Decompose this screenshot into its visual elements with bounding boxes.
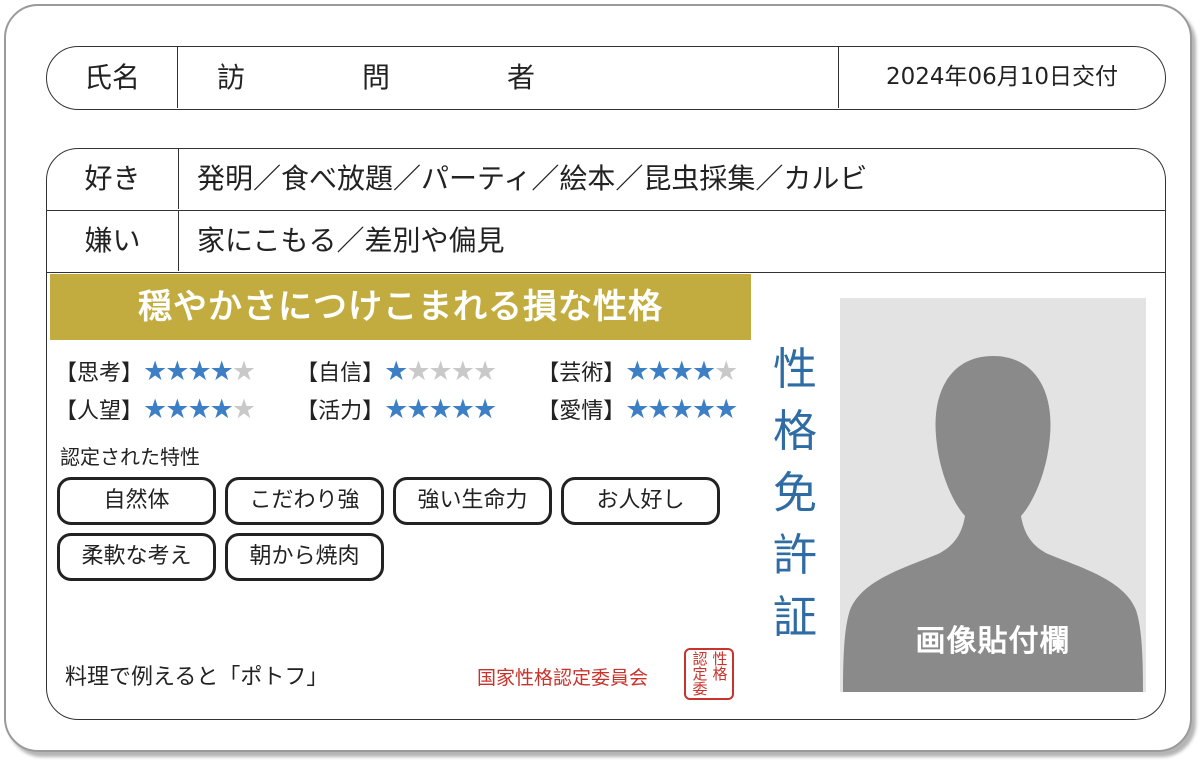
star-rating: ★★★★★: [625, 392, 738, 428]
star-empty-icon: ★: [428, 356, 453, 387]
personality-banner: 穏やかさにつけこまれる損な性格: [50, 274, 751, 340]
stat-item: 【愛情】★★★★★: [537, 392, 738, 430]
main-panel: 好き 発明／食べ放題／パーティ／絵本／昆虫採集／カルビ 嫌い 家にこもる／差別や…: [46, 148, 1166, 720]
star-rating: ★★★★★: [143, 392, 256, 428]
traits-title: 認定された特性: [60, 445, 200, 469]
seal-stamp: 性格 認定委: [684, 648, 734, 700]
star-empty-icon: ★: [450, 356, 475, 387]
star-filled-icon: ★: [406, 394, 430, 425]
star-filled-icon: ★: [647, 394, 671, 425]
star-filled-icon: ★: [691, 394, 716, 425]
star-filled-icon: ★: [625, 356, 649, 387]
star-empty-icon: ★: [231, 356, 256, 387]
stat-name: 【自信】: [296, 361, 385, 386]
stat-item: 【活力】★★★★★: [296, 392, 532, 430]
star-filled-icon: ★: [209, 394, 234, 425]
title-char: 許: [773, 530, 817, 581]
stat-item: 【人望】★★★★★: [55, 392, 291, 430]
star-filled-icon: ★: [165, 394, 189, 425]
star-filled-icon: ★: [647, 356, 671, 387]
star-filled-icon: ★: [143, 394, 167, 425]
stats-grid: 【思考】★★★★★ 【自信】★★★★★ 【芸術】★★★★★ 【人望】★★★★★ …: [55, 354, 738, 430]
name-char: 者: [507, 61, 537, 94]
star-filled-icon: ★: [143, 356, 167, 387]
star-empty-icon: ★: [406, 356, 430, 387]
traits-list: 自然体 こだわり強 強い生命力 お人好し柔軟な考え 朝から焼肉: [57, 477, 747, 589]
stat-name: 【愛情】: [537, 399, 626, 424]
license-card: 氏名 訪 問 者 2024年06月10日交付 好き 発明／食べ放題／パーティ／絵本／…: [4, 4, 1192, 752]
star-filled-icon: ★: [209, 356, 234, 387]
star-filled-icon: ★: [691, 356, 716, 387]
stats-row: 【人望】★★★★★ 【活力】★★★★★ 【愛情】★★★★★: [55, 392, 738, 430]
photo-placeholder: 画像貼付欄: [840, 298, 1146, 692]
name-label: 氏名: [47, 47, 178, 108]
dislikes-row: 嫌い 家にこもる／差別や偏見: [47, 211, 1165, 273]
stat-name: 【芸術】: [537, 361, 626, 386]
name-char: 訪: [217, 61, 247, 94]
star-filled-icon: ★: [450, 394, 475, 425]
star-filled-icon: ★: [187, 394, 211, 425]
title-char: 証: [773, 592, 817, 643]
dislikes-label: 嫌い: [47, 211, 179, 271]
name-char: 問: [362, 61, 392, 94]
stat-name: 【人望】: [55, 399, 144, 424]
stat-name: 【活力】: [296, 399, 385, 424]
star-rating: ★★★★★: [625, 354, 738, 390]
trait-chip: 自然体: [57, 477, 216, 525]
star-empty-icon: ★: [714, 356, 738, 387]
trait-chip: お人好し: [561, 477, 720, 525]
star-rating: ★★★★★: [384, 354, 497, 390]
star-filled-icon: ★: [669, 356, 694, 387]
stats-row: 【思考】★★★★★ 【自信】★★★★★ 【芸術】★★★★★: [55, 354, 738, 392]
title-char: 免: [773, 468, 817, 519]
star-rating: ★★★★★: [384, 392, 497, 428]
star-filled-icon: ★: [384, 356, 408, 387]
star-filled-icon: ★: [165, 356, 189, 387]
seal-column: 性格: [712, 650, 728, 683]
trait-chip: 朝から焼肉: [225, 533, 384, 581]
stat-item: 【自信】★★★★★: [296, 354, 532, 392]
likes-value: 発明／食べ放題／パーティ／絵本／昆虫採集／カルビ: [197, 162, 868, 195]
name-row: 氏名 訪 問 者 2024年06月10日交付: [46, 46, 1166, 110]
title-char: 性: [773, 344, 817, 395]
star-filled-icon: ★: [384, 394, 408, 425]
dislikes-value: 家にこもる／差別や偏見: [197, 224, 505, 257]
photo-caption: 画像貼付欄: [915, 624, 1071, 659]
food-comparison: 料理で例えると「ポトフ」: [65, 665, 329, 690]
star-empty-icon: ★: [231, 394, 256, 425]
name-value: 訪問者: [217, 47, 652, 108]
star-filled-icon: ★: [187, 356, 211, 387]
stat-item: 【思考】★★★★★: [55, 354, 291, 392]
star-rating: ★★★★★: [143, 354, 256, 390]
star-filled-icon: ★: [714, 394, 738, 425]
likes-label: 好き: [47, 149, 179, 209]
license-title-vertical: 性 格 免 許 証: [765, 339, 825, 649]
stat-item: 【芸術】★★★★★: [537, 354, 738, 392]
issue-date: 2024年06月10日交付: [838, 47, 1165, 108]
title-char: 格: [773, 406, 817, 457]
trait-chip: 強い生命力: [393, 477, 552, 525]
star-filled-icon: ★: [472, 394, 497, 425]
trait-chip: こだわり強: [225, 477, 384, 525]
star-filled-icon: ★: [669, 394, 694, 425]
committee-name: 国家性格認定委員会: [477, 667, 649, 689]
stat-name: 【思考】: [55, 361, 144, 386]
star-filled-icon: ★: [428, 394, 453, 425]
seal-column: 認定委: [692, 650, 708, 698]
trait-chip: 柔軟な考え: [57, 533, 216, 581]
likes-row: 好き 発明／食べ放題／パーティ／絵本／昆虫採集／カルビ: [47, 149, 1165, 211]
star-empty-icon: ★: [472, 356, 497, 387]
star-filled-icon: ★: [625, 394, 649, 425]
